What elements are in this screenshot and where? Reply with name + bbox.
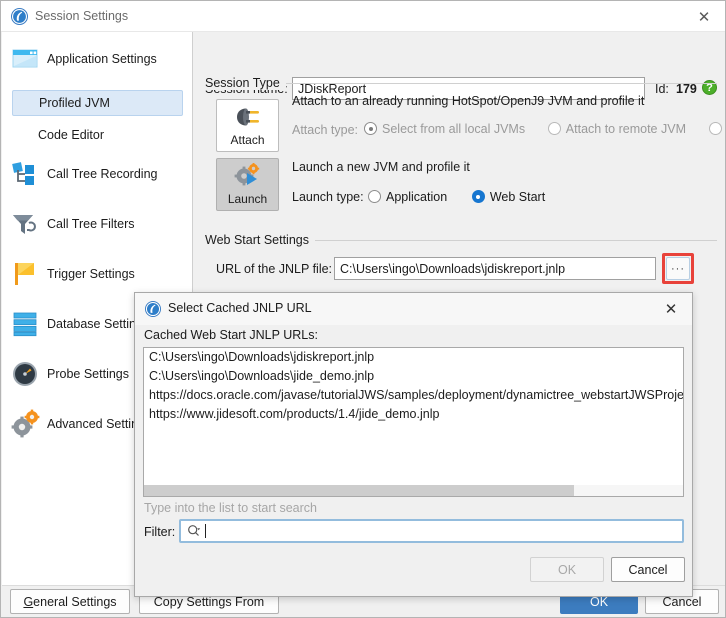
sidebar-item-call-tree-filters[interactable]: Call Tree Filters [10,207,185,241]
general-settings-button[interactable]: General Settings [10,589,130,614]
gear-play-icon [233,159,263,192]
list-item[interactable]: C:\Users\ingo\Downloads\jide_demo.jnlp [144,367,683,386]
accel-letter: G [23,594,34,609]
gauge-icon [10,359,40,389]
filter-label: Filter: [144,525,176,539]
plug-icon [233,100,263,133]
radio-web-start[interactable]: Web Start [471,189,546,204]
sidebar-item-label: Application Settings [47,52,157,66]
radio-kubernetes[interactable]: Ku [708,122,725,136]
id-label: Id: [655,82,669,96]
flag-icon [10,259,40,289]
sidebar-item-call-tree-recording[interactable]: Call Tree Recording [10,157,185,191]
radio-attach-remote-jvm[interactable]: Attach to remote JVM [547,121,686,136]
dialog-title: Select Cached JNLP URL [168,301,312,315]
close-icon[interactable]: ✕ [652,293,690,325]
radio-dot [708,122,722,136]
cached-urls-label: Cached Web Start JNLP URLs: [144,328,318,342]
sidebar-item-label: Trigger Settings [47,267,135,281]
funnel-icon [10,209,40,239]
cached-jnlp-url-list[interactable]: C:\Users\ingo\Downloads\jdiskreport.jnlp… [143,347,684,497]
list-item[interactable]: C:\Users\ingo\Downloads\jdiskreport.jnlp [144,348,683,367]
radio-dot [547,122,561,136]
sidebar-item-label: Profiled JVM [39,96,110,110]
call-tree-icon [10,159,40,189]
database-icon [10,309,40,339]
app-logo-icon [145,301,161,317]
window-title: Session Settings [35,9,129,23]
launch-mode-label: Launch [227,192,268,206]
attach-mode-button[interactable]: Attach [216,99,279,152]
app-logo-icon [11,8,28,25]
search-icon[interactable] [187,524,201,538]
sidebar-item-label: Call Tree Filters [47,217,135,231]
webstart-group-title: Web Start Settings [205,233,315,247]
radio-label: Application [386,189,448,204]
radio-label: Select from all local JVMs [382,121,526,136]
radio-application[interactable]: Application [368,190,447,204]
horizontal-scrollbar[interactable] [144,485,683,496]
session-type-group-title: Session Type [205,76,286,90]
close-icon[interactable]: ✕ [681,1,725,32]
group-divider [311,240,717,241]
gears-icon [10,409,40,439]
select-cached-jnlp-url-dialog: Select Cached JNLP URL ✕ Cached Web Star… [134,292,693,597]
launch-type-radio-group: Application Web Start [368,189,545,204]
launch-type-label: Launch type: [292,190,364,204]
browse-jnlp-button[interactable]: ··· [666,257,690,280]
radio-label: Attach to remote JVM [565,121,686,136]
sidebar-item-label: Probe Settings [47,367,129,381]
radio-label: Web Start [489,189,546,204]
dialog-cancel-button[interactable]: Cancel [611,557,685,582]
sidebar-item-label: Code Editor [38,128,105,142]
attach-description: Attach to an already running HotSpot/Ope… [292,94,645,108]
text-caret [205,524,206,538]
jnlp-url-label: URL of the JNLP file: [216,262,333,276]
jnlp-url-input[interactable]: C:\Users\ingo\Downloads\jdiskreport.jnlp [334,257,656,280]
scrollbar-thumb[interactable] [144,485,574,496]
launch-mode-button[interactable]: Launch [216,158,279,211]
window-icon [10,44,40,74]
group-divider [282,83,717,84]
radio-dot [368,190,381,204]
sidebar-item-code-editor[interactable]: Code Editor [12,122,183,148]
dialog-ok-button[interactable]: OK [530,557,604,582]
sidebar-item-label: Call Tree Recording [47,167,158,181]
launch-description: Launch a new JVM and profile it [292,160,470,174]
window-titlebar: Session Settings ✕ [1,1,725,32]
radio-select-local-jvms[interactable]: Select from all local JVMs [364,122,525,136]
radio-dot [471,190,485,204]
session-settings-window: Session Settings ✕ Application Settings … [0,0,726,618]
sidebar-item-application-settings[interactable]: Application Settings [10,42,185,76]
id-value: 179 [676,82,697,96]
list-item[interactable]: https://www.jidesoft.com/products/1.4/ji… [144,405,683,424]
radio-dot [364,122,377,136]
filter-input[interactable] [179,519,684,543]
general-settings-label: eneral Settings [33,594,117,609]
list-item[interactable]: https://docs.oracle.com/javase/tutorialJ… [144,386,683,405]
sidebar-item-profiled-jvm[interactable]: Profiled JVM [12,90,183,116]
attach-type-label: Attach type: [292,123,359,137]
attach-type-radio-group: Select from all local JVMs Attach to rem… [364,121,725,136]
dialog-titlebar: Select Cached JNLP URL ✕ [135,293,692,325]
search-hint: Type into the list to start search [144,501,317,515]
attach-mode-label: Attach [230,133,265,147]
sidebar-item-trigger-settings[interactable]: Trigger Settings [10,257,185,291]
